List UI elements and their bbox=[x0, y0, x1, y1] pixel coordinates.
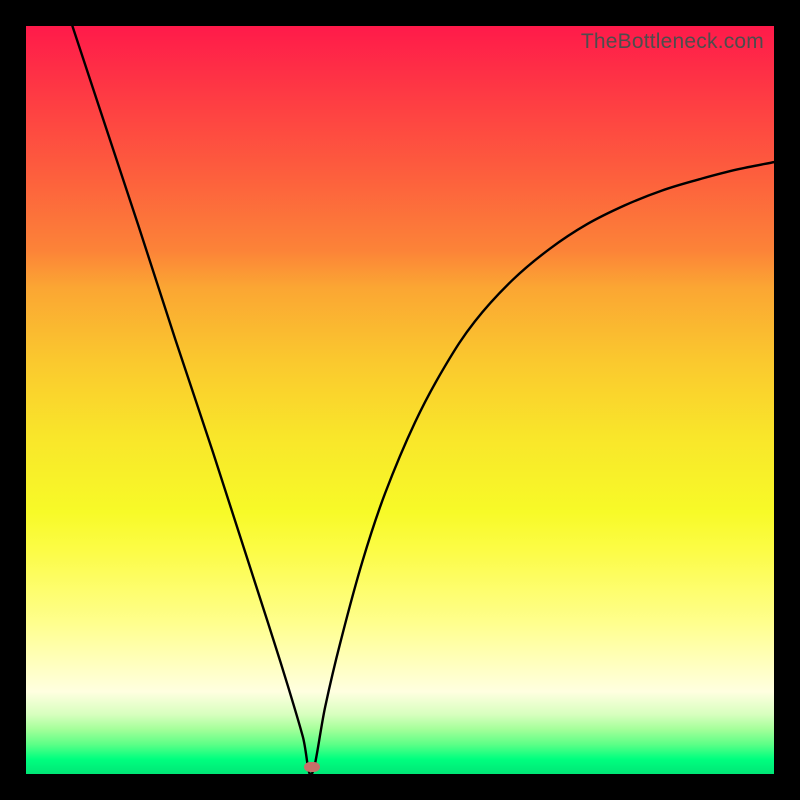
optimum-marker bbox=[304, 762, 320, 772]
plot-area: TheBottleneck.com bbox=[26, 26, 774, 774]
curve-path bbox=[72, 26, 774, 774]
bottleneck-curve bbox=[26, 26, 774, 774]
chart-frame: TheBottleneck.com bbox=[0, 0, 800, 800]
